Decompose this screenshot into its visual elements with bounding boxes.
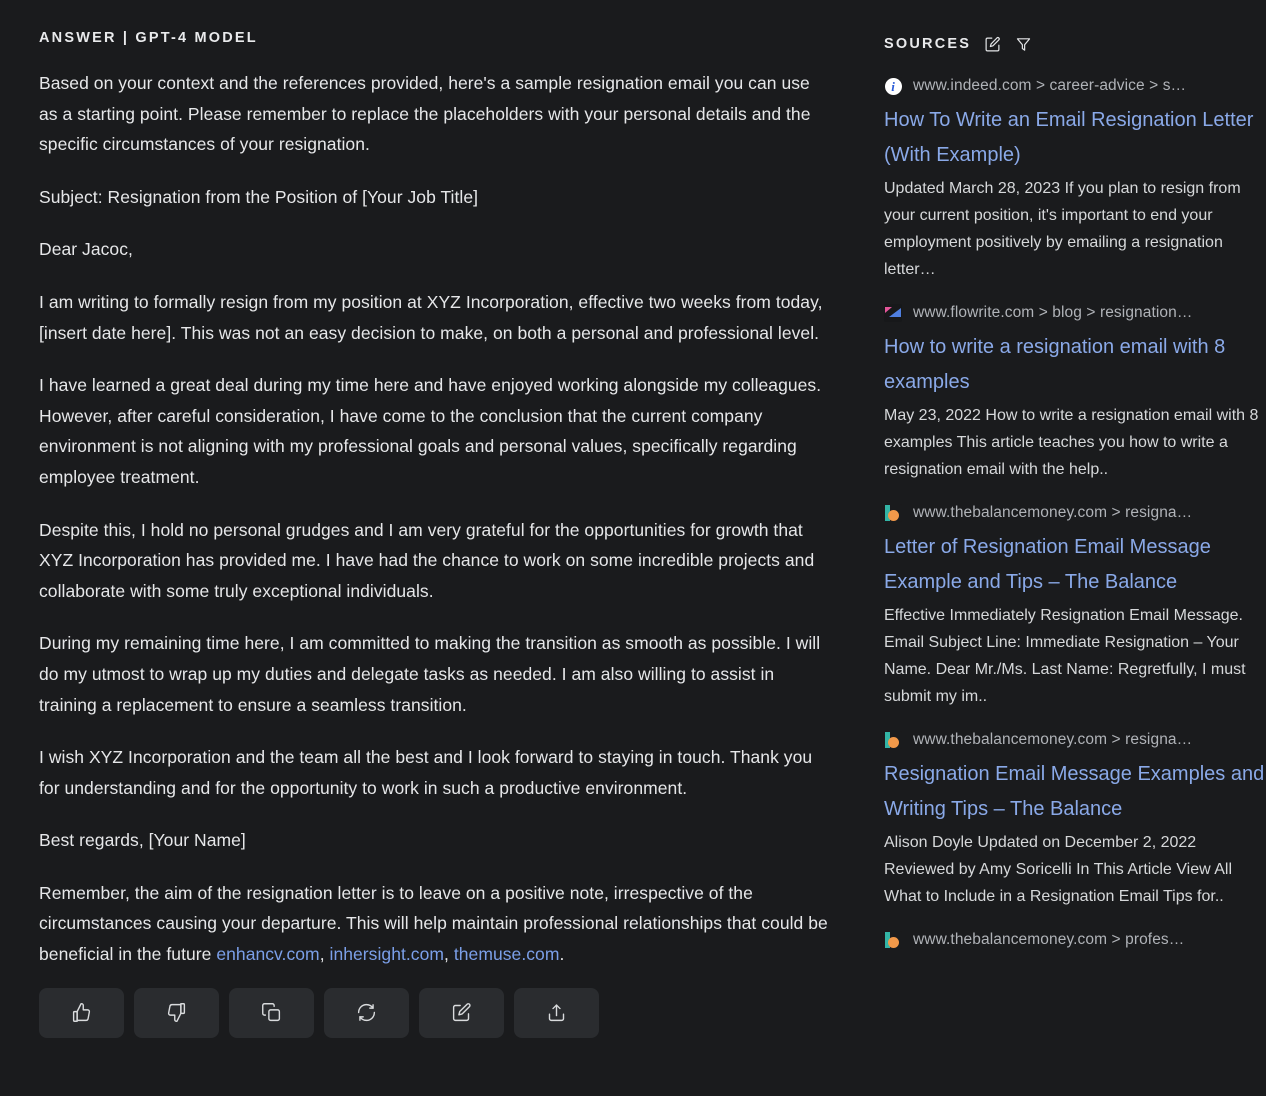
thebalancemoney-favicon-icon [884,931,902,949]
source-item[interactable]: www.flowrite.com > blog > resignation… H… [884,303,1266,483]
source-url: www.flowrite.com > blog > resignation… [913,304,1193,321]
answer-header: ANSWER | GPT-4 MODEL [39,30,258,46]
source-url-row: www.thebalancemoney.com > resigna… [884,730,1266,750]
source-snippet: Updated March 28, 2023 If you plan to re… [884,180,1241,278]
answer-paragraph: I have learned a great deal during my ti… [39,375,822,487]
answer-paragraph: I wish XYZ Incorporation and the team al… [39,747,813,798]
source-title[interactable]: How To Write an Email Resignation Letter… [884,103,1266,173]
answer-paragraph: Despite this, I hold no personal grudges… [39,519,815,601]
answer-salutation: Dear Jacoc, [39,239,133,260]
source-link-enhancv[interactable]: enhancv.com [216,944,319,964]
thumbs-down-button[interactable] [134,987,219,1038]
source-url: www.indeed.com > career-advice > s… [913,77,1187,94]
source-item[interactable]: www.thebalancemoney.com > resigna… Lette… [884,503,1266,710]
thumbs-up-button[interactable] [39,987,124,1038]
source-title[interactable]: How to write a resignation email with 8 … [884,330,1266,400]
thumbs-down-icon [166,1002,187,1023]
link-separator-1: , [319,944,330,965]
source-snippet: May 23, 2022 How to write a resignation … [884,407,1259,478]
copy-icon [261,1002,282,1023]
filter-icon[interactable] [1013,34,1033,54]
answer-subject-line: Subject: Resignation from the Position o… [39,186,479,207]
flowrite-favicon-icon [884,304,902,322]
answer-paragraph: During my remaining time here, I am comm… [39,633,821,715]
closing-period: . [559,944,565,965]
source-url-row: www.thebalancemoney.com > resigna… [884,503,1266,523]
source-url: www.thebalancemoney.com > profes… [913,931,1185,948]
source-url-row: i www.indeed.com > career-advice > s… [884,76,1266,96]
edit-icon[interactable] [982,34,1002,54]
sources-panel: SOURCES i www.indeed.com > career-advice… [873,0,1266,1096]
action-toolbar [39,987,833,1038]
source-url-row: www.thebalancemoney.com > profes… [884,930,1266,950]
source-url: www.thebalancemoney.com > resigna… [913,731,1193,748]
sources-header: SOURCES [884,33,1266,55]
share-button[interactable] [514,987,599,1038]
source-title[interactable]: Resignation Email Message Examples and W… [884,757,1266,827]
source-snippet: Effective Immediately Resignation Email … [884,607,1246,705]
answer-body: Based on your context and the references… [39,68,833,970]
answer-sources-page: ANSWER | GPT-4 MODEL Based on your conte… [0,0,1266,1096]
sources-title: SOURCES [884,36,972,52]
answer-paragraph: Based on your context and the references… [39,73,811,155]
share-icon [546,1002,567,1023]
edit-button[interactable] [419,987,504,1038]
source-item[interactable]: i www.indeed.com > career-advice > s… Ho… [884,76,1266,283]
indeed-favicon-icon: i [884,77,902,95]
source-snippet: Alison Doyle Updated on December 2, 2022… [884,834,1232,905]
refresh-icon [356,1002,377,1023]
thumbs-up-icon [71,1002,92,1023]
source-link-inhersight[interactable]: inhersight.com [330,944,445,964]
edit-icon [451,1002,472,1023]
source-item[interactable]: www.thebalancemoney.com > resigna… Resig… [884,730,1266,910]
answer-signoff: Best regards, [Your Name] [39,830,246,851]
source-title[interactable]: Letter of Resignation Email Message Exam… [884,530,1266,600]
source-url-row: www.flowrite.com > blog > resignation… [884,303,1266,323]
answer-paragraph: I am writing to formally resign from my … [39,291,823,343]
source-link-themuse[interactable]: themuse.com [454,944,560,964]
thebalancemoney-favicon-icon [884,504,902,522]
copy-button[interactable] [229,987,314,1038]
answer-closing-paragraph: Remember, the aim of the resignation let… [39,878,833,970]
answer-panel: ANSWER | GPT-4 MODEL Based on your conte… [0,0,873,1096]
source-url: www.thebalancemoney.com > resigna… [913,504,1193,521]
thebalancemoney-favicon-icon [884,731,902,749]
sources-list: i www.indeed.com > career-advice > s… Ho… [884,76,1266,950]
regenerate-button[interactable] [324,987,409,1038]
link-separator-2: , [444,944,454,965]
source-item[interactable]: www.thebalancemoney.com > profes… [884,930,1266,950]
